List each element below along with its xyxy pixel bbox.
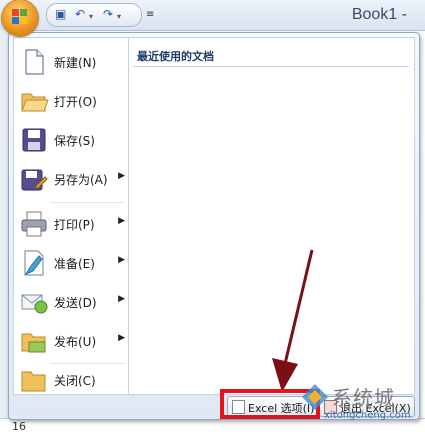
menu-item-open[interactable]: 打开(O)	[14, 81, 128, 120]
command-list: 新建(N) 打开(O) 保存(S) 另存为(A) ▶ 打印(P) ▶ 准备(E)…	[13, 37, 129, 395]
publish-icon	[21, 333, 46, 353]
menu-item-publish[interactable]: 发布(U) ▶	[14, 321, 128, 360]
save-disk-icon	[22, 128, 46, 152]
office-menu: 新建(N) 打开(O) 保存(S) 另存为(A) ▶ 打印(P) ▶ 准备(E)…	[8, 32, 420, 420]
menu-item-print[interactable]: 打印(P) ▶	[14, 204, 128, 243]
window-title: Book1 -	[351, 6, 407, 23]
menu-item-label: 发送(D)	[54, 296, 97, 310]
submenu-arrow-icon: ▶	[118, 171, 125, 181]
menu-item-label: 另存为(A)	[54, 173, 108, 187]
printer-icon	[21, 211, 47, 237]
prepare-icon	[24, 250, 44, 276]
watermark-logo-icon	[302, 384, 328, 410]
menu-item-label: 保存(S)	[54, 134, 95, 148]
menu-item-label: 打开(O)	[54, 95, 97, 109]
redo-dropdown-icon[interactable]: ▾	[117, 10, 121, 24]
menu-item-save-as[interactable]: 另存为(A) ▶	[14, 159, 128, 198]
separator	[133, 66, 409, 67]
menu-item-label: 准备(E)	[54, 257, 95, 271]
undo-dropdown-icon[interactable]: ▾	[89, 10, 93, 24]
office-button[interactable]	[2, 0, 38, 36]
watermark-url: xitongcheng.com	[324, 410, 411, 421]
new-document-icon	[25, 49, 44, 75]
quick-access-toolbar: ▣ ↶ ▾ ↷ ▾	[46, 3, 142, 27]
watermark-text: 系统城	[332, 386, 395, 410]
title-bar: ▣ ↶ ▾ ↷ ▾ ≡ Book1 -	[0, 0, 425, 31]
menu-item-label: 发布(U)	[54, 335, 97, 349]
menu-item-label: 关闭(C)	[54, 374, 96, 388]
menu-item-send[interactable]: 发送(D) ▶	[14, 282, 128, 321]
watermark: 系统城 xitongcheng.com	[300, 380, 420, 428]
save-as-icon	[21, 169, 48, 191]
submenu-arrow-icon: ▶	[118, 216, 125, 226]
submenu-arrow-icon: ▶	[118, 294, 125, 304]
submenu-arrow-icon: ▶	[118, 255, 125, 265]
separator	[50, 202, 124, 203]
open-folder-icon	[21, 93, 49, 112]
menu-item-new[interactable]: 新建(N)	[14, 42, 128, 81]
menu-item-label: 新建(N)	[54, 56, 97, 70]
menu-item-prepare[interactable]: 准备(E) ▶	[14, 243, 128, 282]
office-logo-icon	[12, 9, 28, 25]
close-folder-icon	[21, 371, 46, 392]
submenu-arrow-icon: ▶	[118, 333, 125, 343]
menu-item-save[interactable]: 保存(S)	[14, 120, 128, 159]
recent-documents-title: 最近使用的文档	[137, 50, 214, 63]
send-icon	[21, 294, 48, 314]
save-icon[interactable]: ▣	[55, 7, 66, 21]
recent-documents-pane: 最近使用的文档	[129, 37, 415, 395]
menu-item-close[interactable]: 关闭(C)	[14, 360, 128, 399]
redo-icon[interactable]: ↷	[103, 7, 113, 21]
customize-dropdown-icon[interactable]: ≡	[146, 8, 154, 22]
menu-item-label: 打印(P)	[54, 218, 95, 232]
undo-icon[interactable]: ↶	[75, 7, 85, 21]
row-number: 16	[12, 420, 26, 433]
